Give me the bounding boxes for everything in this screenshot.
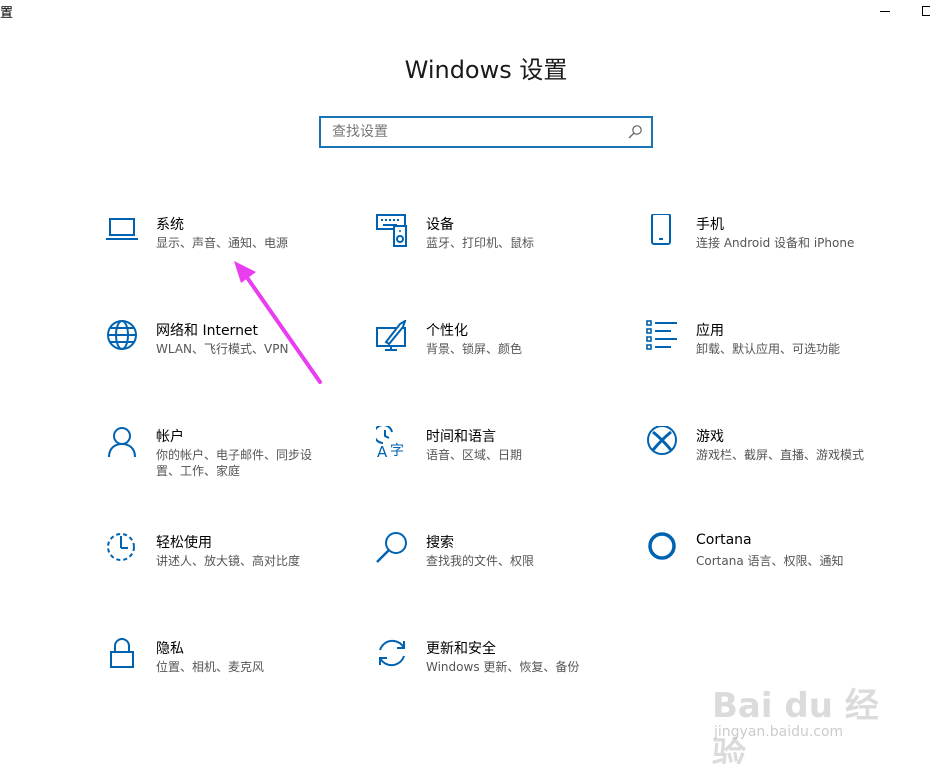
tile-privacy[interactable]: 隐私 位置、相机、麦克风 [106,638,346,718]
tile-desc: 卸载、默认应用、可选功能 [696,342,841,356]
tile-title: 搜索 [426,535,454,551]
tile-title: 个性化 [426,323,468,339]
tile-desc: 查找我的文件、权限 [426,554,535,568]
tile-desc: 你的帐户、电子邮件、同步设置、工作、家庭 [156,448,313,478]
tile-title: Cortana [696,532,752,548]
baidu-watermark: Bai du 经验 jingyan.baidu.com [712,678,912,764]
tile-desc: 背景、锁屏、颜色 [426,342,523,356]
tile-system[interactable]: 系统 显示、声音、通知、电源 [106,214,346,294]
minimize-icon [880,10,890,12]
tile-personalization[interactable]: 个性化 背景、锁屏、颜色 [376,320,616,400]
time-language-icon: A 字 [376,426,404,460]
tile-desc: WLAN、飞行模式、VPN [156,342,289,356]
minimize-button[interactable] [870,0,900,22]
tile-ease-of-access[interactable]: 轻松使用 讲述人、放大镜、高对比度 [106,532,346,612]
person-icon [108,427,136,458]
svg-text:字: 字 [390,443,404,459]
tile-desc: 显示、声音、通知、电源 [156,236,289,250]
tile-cortana[interactable]: Cortana Cortana 语言、权限、通知 [646,532,886,612]
search-icon[interactable] [627,124,643,140]
maximize-icon [922,6,930,16]
maximize-button[interactable] [912,0,930,22]
tile-title: 网络和 Internet [156,323,259,339]
phone-icon [651,214,671,245]
tile-network[interactable]: 网络和 Internet WLAN、飞行模式、VPN [106,320,346,400]
xbox-icon [647,426,677,455]
sync-arrows-icon [379,639,405,667]
app-list-icon [646,320,677,350]
watermark-brand: Bai du 经验 [712,686,879,764]
tile-desc: 连接 Android 设备和 iPhone [696,236,855,250]
tile-title: 系统 [156,217,184,233]
tile-time-language[interactable]: A 字 时间和语言 语音、区域、日期 [376,426,616,506]
tile-gaming[interactable]: 游戏 游戏栏、截屏、直播、游戏模式 [646,426,886,506]
paintbrush-monitor-icon [376,320,407,351]
tile-desc: 讲述人、放大镜、高对比度 [156,554,301,568]
tile-desc: Cortana 语言、权限、通知 [696,554,844,568]
tile-title: 更新和安全 [426,641,496,657]
settings-window: 置 Windows 设置 系统 显示、声音、通知、电源 设备 蓝牙、打印机、鼠标 [0,0,930,764]
tile-title: 设备 [426,217,454,233]
tile-apps[interactable]: 应用 卸载、默认应用、可选功能 [646,320,886,400]
tile-phone[interactable]: 手机 连接 Android 设备和 iPhone [646,214,886,294]
svg-text:A: A [377,443,388,460]
search-box[interactable] [319,116,653,148]
tile-desc: 语音、区域、日期 [426,448,523,462]
tile-title: 隐私 [156,641,184,657]
tile-title: 时间和语言 [426,429,496,445]
tile-desc: 蓝牙、打印机、鼠标 [426,236,535,250]
tile-title: 帐户 [156,429,184,445]
tile-update-security[interactable]: 更新和安全 Windows 更新、恢复、备份 [376,638,616,718]
tile-desc: 位置、相机、麦克风 [156,660,265,674]
ease-of-access-icon [107,533,135,561]
globe-icon [107,320,137,350]
tile-desc: Windows 更新、恢复、备份 [426,660,580,674]
tile-search[interactable]: 搜索 查找我的文件、权限 [376,532,616,612]
tile-title: 手机 [696,217,724,233]
tile-accounts[interactable]: 帐户 你的帐户、电子邮件、同步设置、工作、家庭 [106,426,346,506]
tile-devices[interactable]: 设备 蓝牙、打印机、鼠标 [376,214,616,294]
page-title: Windows 设置 [404,56,568,84]
search-magnifier-icon [376,532,407,563]
tile-title: 应用 [696,323,724,339]
search-input[interactable] [321,118,622,146]
window-title-fragment: 置 [0,6,14,21]
tile-title: 游戏 [696,429,724,445]
tile-desc: 游戏栏、截屏、直播、游戏模式 [696,448,865,462]
tile-title: 轻松使用 [156,535,212,551]
cortana-ring-icon [648,532,676,560]
lock-icon [110,638,134,668]
watermark-url: jingyan.baidu.com [714,724,844,740]
keyboard-speaker-icon [376,214,407,247]
laptop-icon [106,218,138,240]
